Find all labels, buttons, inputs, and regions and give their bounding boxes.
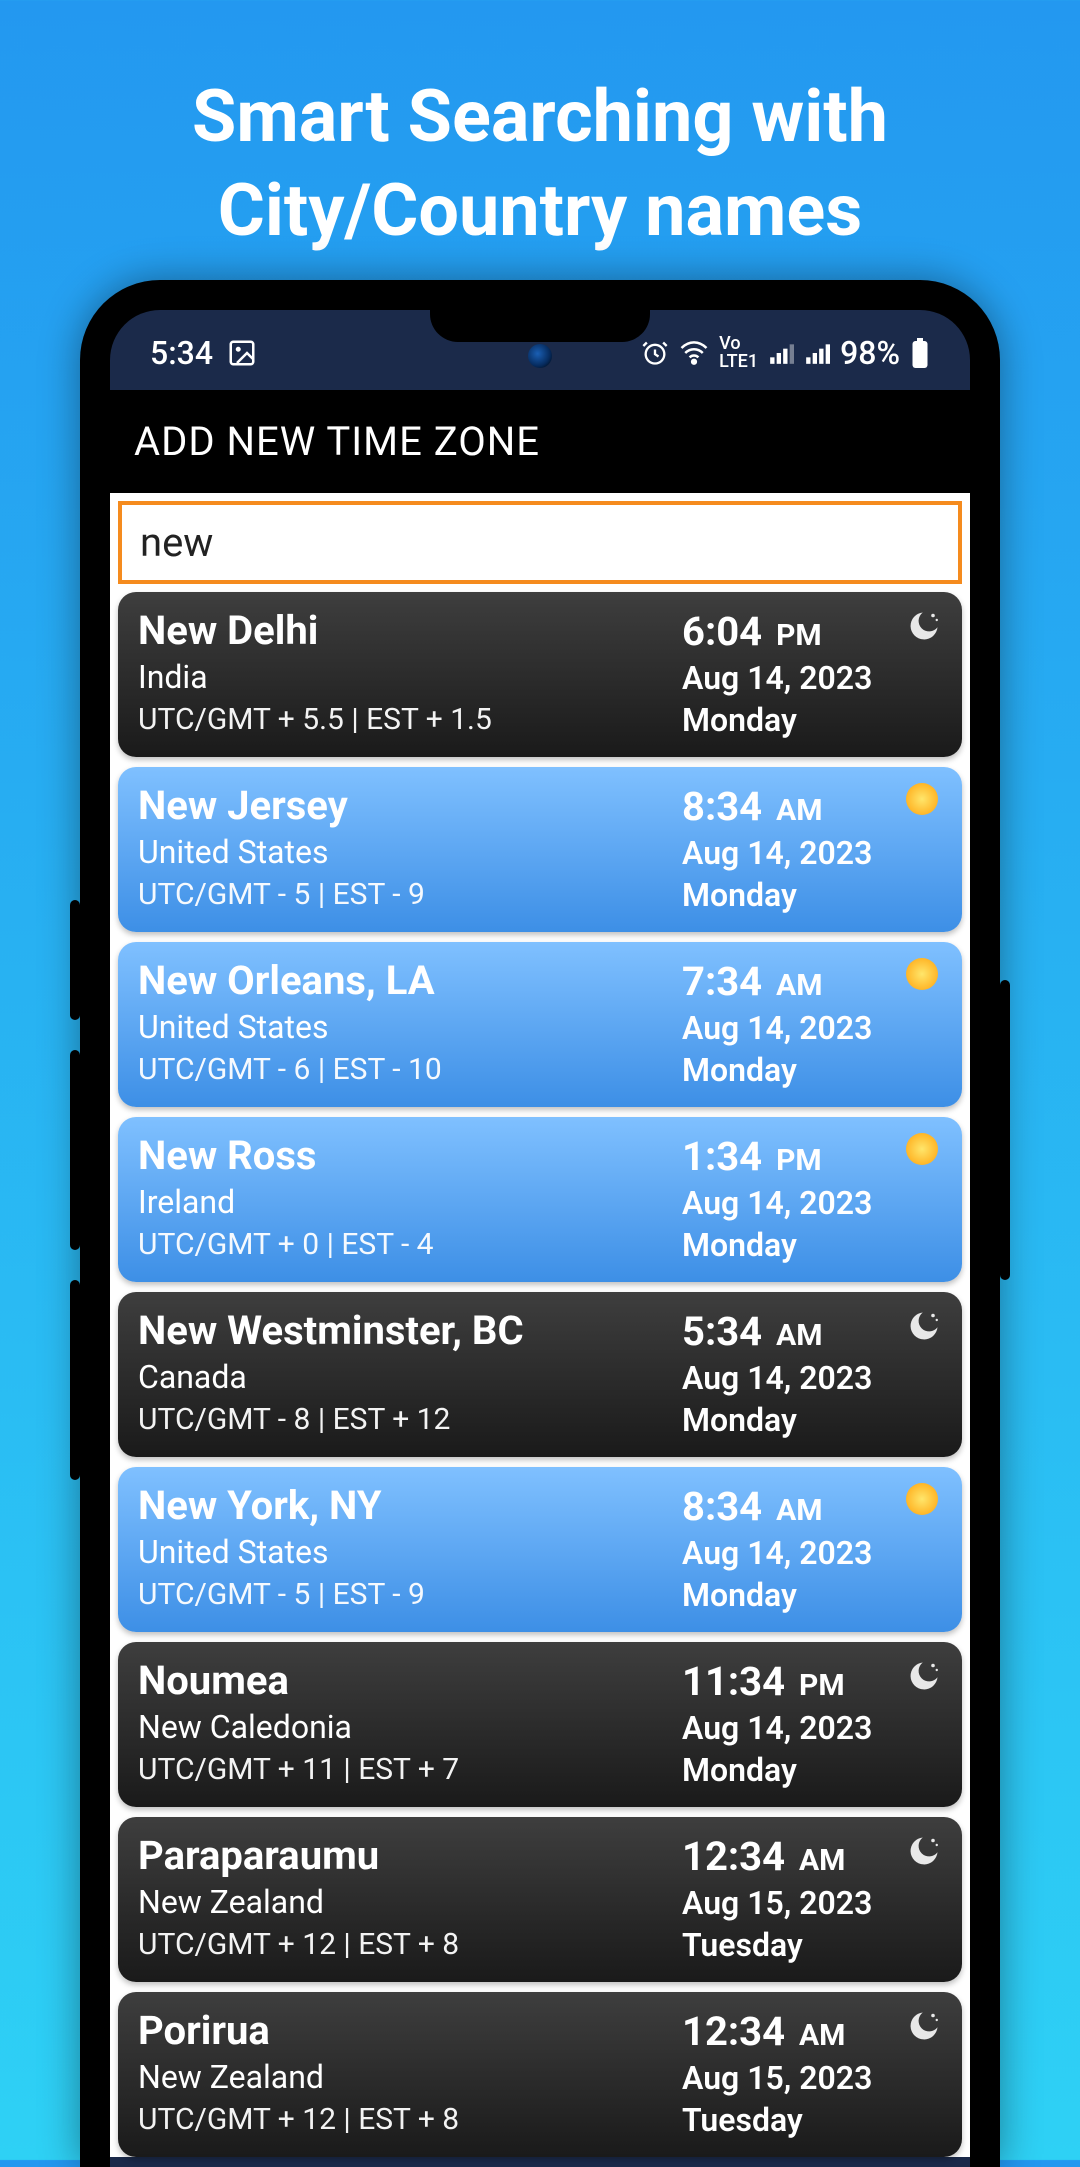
day-value: Monday xyxy=(682,1401,942,1439)
timezone-card[interactable]: New Ross Ireland UTC/GMT + 0 | EST - 4 1:34… xyxy=(118,1117,962,1282)
time-value: 12:34 AM xyxy=(682,2008,942,2055)
offset-label: UTC/GMT + 11 | EST + 7 xyxy=(138,1752,682,1787)
offset-label: UTC/GMT + 12 | EST + 8 xyxy=(138,1927,682,1962)
date-value: Aug 14, 2023 xyxy=(682,659,942,697)
date-value: Aug 14, 2023 xyxy=(682,834,942,872)
phone-frame: 5:34 VoLTE1 98% ADD NEW TIME ZONE New De… xyxy=(80,280,1000,2167)
network-label: VoLTE1 xyxy=(719,335,758,371)
timezone-card[interactable]: New Westminster, BC Canada UTC/GMT - 8 | E… xyxy=(118,1292,962,1457)
day-value: Tuesday xyxy=(682,2101,942,2139)
country-name: New Zealand xyxy=(138,2058,682,2096)
city-name: Porirua xyxy=(138,2008,682,2054)
time-value: 7:34 AM xyxy=(682,958,942,1005)
alarm-icon xyxy=(641,339,669,367)
day-value: Monday xyxy=(682,1051,942,1089)
signal-icon-2 xyxy=(804,340,830,366)
country-name: Canada xyxy=(138,1358,682,1396)
offset-label: UTC/GMT - 8 | EST + 12 xyxy=(138,1402,682,1437)
offset-label: UTC/GMT + 0 | EST - 4 xyxy=(138,1227,682,1262)
sun-icon xyxy=(906,1483,942,1519)
timezone-card[interactable]: New Delhi India UTC/GMT + 5.5 | EST + 1.5 6… xyxy=(118,592,962,757)
country-name: Ireland xyxy=(138,1183,682,1221)
moon-icon xyxy=(906,608,942,644)
sun-icon xyxy=(906,958,942,994)
time-value: 12:34 AM xyxy=(682,1833,942,1880)
moon-icon xyxy=(906,1308,942,1344)
date-value: Aug 14, 2023 xyxy=(682,1359,942,1397)
date-value: Aug 14, 2023 xyxy=(682,1009,942,1047)
date-value: Aug 15, 2023 xyxy=(682,2059,942,2097)
offset-label: UTC/GMT + 5.5 | EST + 1.5 xyxy=(138,702,682,737)
offset-label: UTC/GMT - 5 | EST - 9 xyxy=(138,1577,682,1612)
battery-percent: 98% xyxy=(840,334,900,372)
country-name: India xyxy=(138,658,682,696)
country-name: New Caledonia xyxy=(138,1708,682,1746)
moon-icon xyxy=(906,1833,942,1869)
time-value: 8:34 AM xyxy=(682,783,942,830)
city-name: New Delhi xyxy=(138,608,682,654)
search-input[interactable] xyxy=(118,501,962,584)
time-value: 8:34 AM xyxy=(682,1483,942,1530)
status-time: 5:34 xyxy=(150,334,213,372)
date-value: Aug 14, 2023 xyxy=(682,1184,942,1222)
day-value: Monday xyxy=(682,876,942,914)
image-icon xyxy=(227,338,257,368)
date-value: Aug 14, 2023 xyxy=(682,1534,942,1572)
results-list[interactable]: New Delhi India UTC/GMT + 5.5 | EST + 1.5 6… xyxy=(110,592,970,2157)
date-value: Aug 15, 2023 xyxy=(682,1884,942,1922)
country-name: United States xyxy=(138,833,682,871)
timezone-card[interactable]: New Jersey United States UTC/GMT - 5 | EST… xyxy=(118,767,962,932)
day-value: Monday xyxy=(682,1226,942,1264)
timezone-card[interactable]: New York, NY United States UTC/GMT - 5 | E… xyxy=(118,1467,962,1632)
offset-label: UTC/GMT - 5 | EST - 9 xyxy=(138,877,682,912)
offset-label: UTC/GMT + 12 | EST + 8 xyxy=(138,2102,682,2137)
time-value: 1:34 PM xyxy=(682,1133,942,1180)
sun-icon xyxy=(906,783,942,819)
time-value: 5:34 AM xyxy=(682,1308,942,1355)
date-value: Aug 14, 2023 xyxy=(682,1709,942,1747)
promo-headline: Smart Searching with City/Country names xyxy=(0,0,1080,287)
city-name: New Westminster, BC xyxy=(138,1308,682,1354)
country-name: New Zealand xyxy=(138,1883,682,1921)
city-name: Noumea xyxy=(138,1658,682,1704)
day-value: Monday xyxy=(682,701,942,739)
timezone-card[interactable]: Noumea New Caledonia UTC/GMT + 11 | EST + … xyxy=(118,1642,962,1807)
city-name: New Orleans, LA xyxy=(138,958,682,1004)
offset-label: UTC/GMT - 6 | EST - 10 xyxy=(138,1052,682,1087)
country-name: United States xyxy=(138,1533,682,1571)
signal-icon xyxy=(768,340,794,366)
time-value: 6:04 PM xyxy=(682,608,942,655)
wifi-icon xyxy=(679,338,709,368)
timezone-card[interactable]: Porirua New Zealand UTC/GMT + 12 | EST + 8… xyxy=(118,1992,962,2157)
time-value: 11:34 PM xyxy=(682,1658,942,1705)
timezone-card[interactable]: Paraparaumu New Zealand UTC/GMT + 12 | EST… xyxy=(118,1817,962,1982)
timezone-card[interactable]: New Orleans, LA United States UTC/GMT - 6 … xyxy=(118,942,962,1107)
battery-icon xyxy=(910,338,930,368)
city-name: New York, NY xyxy=(138,1483,682,1529)
sun-icon xyxy=(906,1133,942,1169)
moon-icon xyxy=(906,2008,942,2044)
day-value: Monday xyxy=(682,1751,942,1789)
city-name: New Ross xyxy=(138,1133,682,1179)
day-value: Tuesday xyxy=(682,1926,942,1964)
day-value: Monday xyxy=(682,1576,942,1614)
moon-icon xyxy=(906,1658,942,1694)
screen-title: ADD NEW TIME ZONE xyxy=(110,390,970,493)
city-name: New Jersey xyxy=(138,783,682,829)
country-name: United States xyxy=(138,1008,682,1046)
city-name: Paraparaumu xyxy=(138,1833,682,1879)
